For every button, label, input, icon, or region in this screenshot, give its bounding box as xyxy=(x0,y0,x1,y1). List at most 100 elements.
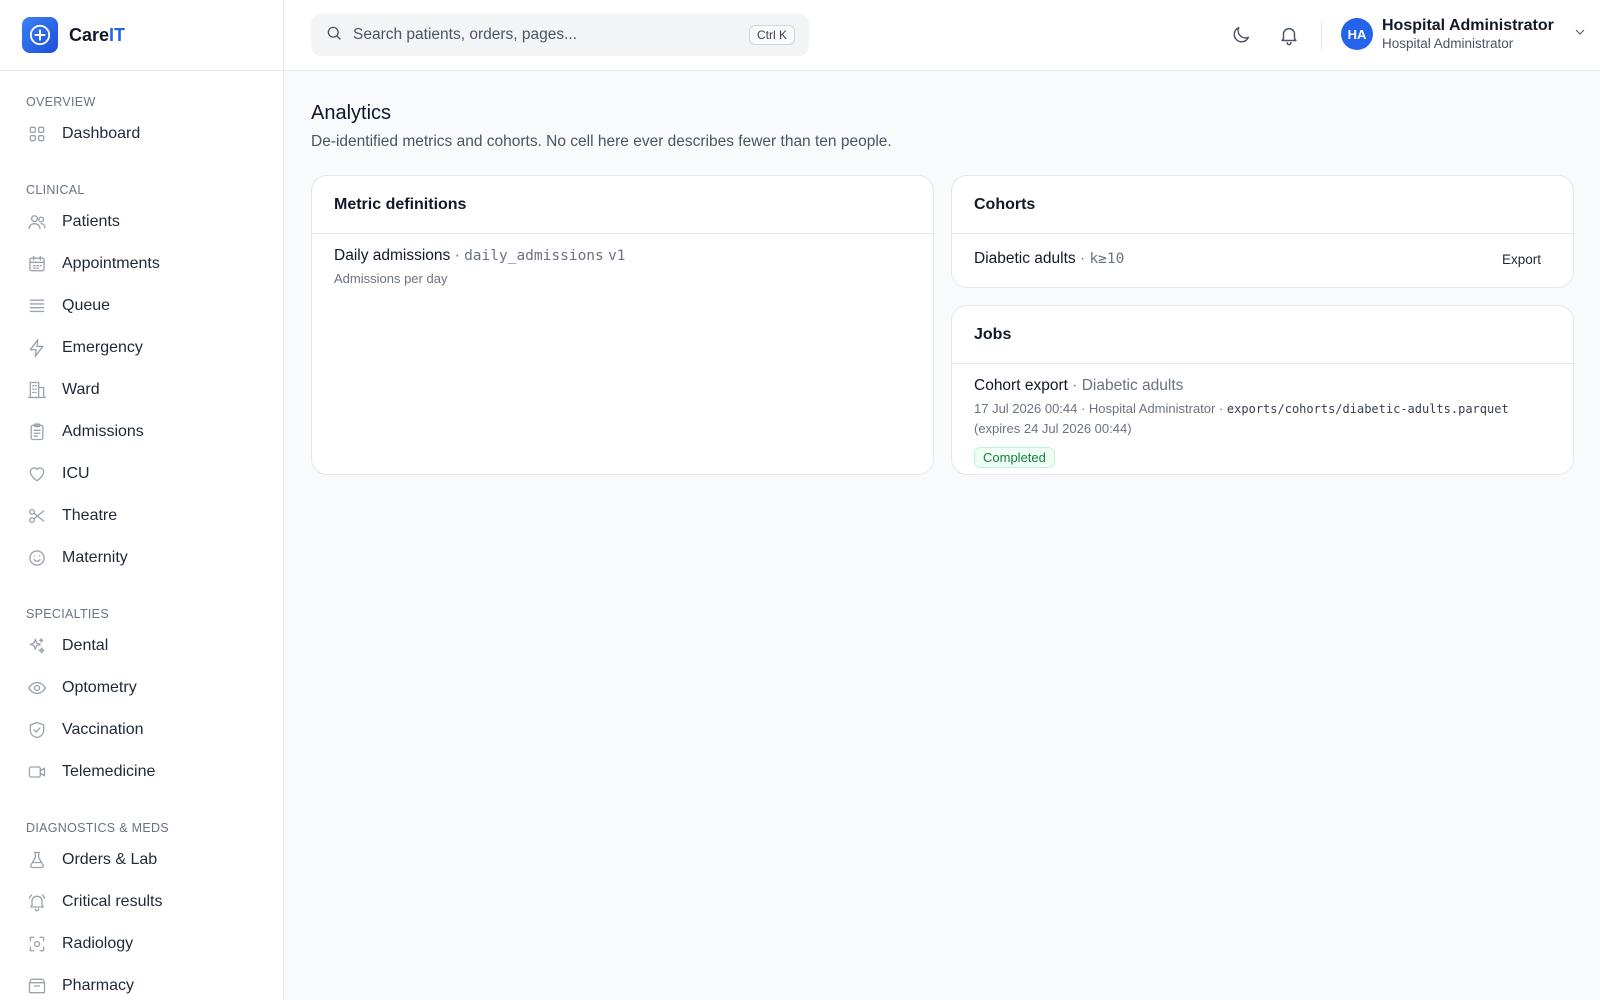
sidebar-item-label: Vaccination xyxy=(62,721,144,738)
topbar-divider xyxy=(1321,20,1322,50)
separator: · xyxy=(450,247,465,264)
sidebar-nav: OVERVIEW Dashboard CLINICAL Patients App… xyxy=(0,71,283,1000)
metric-item[interactable]: Daily admissions · daily_admissions v1 A… xyxy=(312,234,933,299)
sidebar-item-label: Theatre xyxy=(62,507,118,524)
calendar-icon xyxy=(26,253,48,275)
sidebar-item-label: Queue xyxy=(62,297,111,314)
brand-name: CareIT xyxy=(69,24,126,45)
sidebar-item-label: Orders & Lab xyxy=(62,851,158,868)
status-badge: Completed xyxy=(974,447,1055,468)
nav-section-title: CLINICAL xyxy=(26,183,85,197)
jobs-card: Jobs Cohort export · Diabetic adults 17 … xyxy=(951,305,1574,475)
sidebar-item-telemedicine[interactable]: Telemedicine xyxy=(0,751,283,793)
building-icon xyxy=(26,379,48,401)
sidebar-item-label: Ward xyxy=(62,381,100,398)
metric-definitions-card: Metric definitions Daily admissions · da… xyxy=(311,175,934,475)
metric-version: v1 xyxy=(608,248,626,264)
user-name: Hospital Administrator xyxy=(1382,17,1554,34)
sidebar-item-radiology[interactable]: Radiology xyxy=(0,923,283,965)
cohort-k-threshold: k≥10 xyxy=(1089,251,1125,267)
job-expiry: (expires 24 Jul 2026 00:44) xyxy=(974,421,1132,436)
page-title: Analytics xyxy=(311,102,392,124)
scissors-icon xyxy=(26,505,48,527)
sidebar-item-vaccination[interactable]: Vaccination xyxy=(0,709,283,751)
sidebar-item-label: ICU xyxy=(62,465,90,482)
sidebar-item-appointments[interactable]: Appointments xyxy=(0,243,283,285)
sidebar-item-dashboard[interactable]: Dashboard xyxy=(0,113,283,155)
cohort-name: Diabetic adults xyxy=(974,250,1076,267)
sidebar-item-label: Maternity xyxy=(62,549,128,566)
sidebar-item-label: Radiology xyxy=(62,935,134,952)
user-menu[interactable]: HA Hospital Administrator Hospital Admin… xyxy=(1341,16,1588,52)
card-title: Jobs xyxy=(952,306,1573,364)
nav-section-title: SPECIALTIES xyxy=(26,607,109,621)
job-name: Cohort export xyxy=(974,377,1068,394)
sidebar-item-label: Optometry xyxy=(62,679,137,696)
job-target: Diabetic adults xyxy=(1081,377,1184,394)
job-export-path[interactable]: exports/cohorts/diabetic-adults.parquet xyxy=(1227,402,1509,416)
bell-icon[interactable] xyxy=(1276,22,1302,48)
sidebar-item-theatre[interactable]: Theatre xyxy=(0,495,283,537)
job-meta-prefix: 17 Jul 2026 00:44 · Hospital Administrat… xyxy=(974,401,1227,416)
bell-alert-icon xyxy=(26,891,48,913)
sidebar-item-ward[interactable]: Ward xyxy=(0,369,283,411)
metric-key: daily_admissions xyxy=(464,248,604,264)
plus-logo-icon xyxy=(22,17,58,53)
users-icon xyxy=(26,211,48,233)
sidebar-item-label: Telemedicine xyxy=(62,763,156,780)
card-title: Metric definitions xyxy=(312,176,933,234)
sidebar-item-label: Dental xyxy=(62,637,109,654)
user-role: Hospital Administrator xyxy=(1382,36,1514,51)
search-input[interactable] xyxy=(353,26,749,44)
sidebar-item-label: Dashboard xyxy=(62,125,141,142)
box-icon xyxy=(26,975,48,997)
sidebar-item-emergency[interactable]: Emergency xyxy=(0,327,283,369)
moon-icon[interactable] xyxy=(1228,22,1254,48)
sparkles-icon xyxy=(26,635,48,657)
video-icon xyxy=(26,761,48,783)
brand[interactable]: CareIT xyxy=(0,0,283,71)
sidebar-item-queue[interactable]: Queue xyxy=(0,285,283,327)
nav-section-title: OVERVIEW xyxy=(26,95,96,109)
topbar: Ctrl K HA Hospital Administrator Hospita… xyxy=(284,0,1600,71)
cohorts-card: Cohorts Diabetic adults · k≥10 Export xyxy=(951,175,1574,288)
sidebar-item-label: Emergency xyxy=(62,339,143,356)
job-item: Cohort export · Diabetic adults 17 Jul 2… xyxy=(952,364,1573,481)
smile-icon xyxy=(26,547,48,569)
sidebar-item-label: Critical results xyxy=(62,893,163,910)
metric-name: Daily admissions xyxy=(334,247,451,264)
cohort-item: Diabetic adults · k≥10 xyxy=(952,234,1573,281)
sidebar-item-label: Admissions xyxy=(62,423,144,440)
eye-icon xyxy=(26,677,48,699)
job-meta: 17 Jul 2026 00:44 · Hospital Administrat… xyxy=(974,399,1551,438)
list-icon xyxy=(26,295,48,317)
sidebar-item-admissions[interactable]: Admissions xyxy=(0,411,283,453)
grid-icon xyxy=(26,123,48,145)
search-shortcut-badge: Ctrl K xyxy=(749,25,795,45)
sidebar-item-optometry[interactable]: Optometry xyxy=(0,667,283,709)
chevron-down-icon xyxy=(1572,24,1588,45)
sidebar-item-label: Appointments xyxy=(62,255,160,272)
flask-icon xyxy=(26,849,48,871)
clipboard-icon xyxy=(26,421,48,443)
sidebar-item-critical-results[interactable]: Critical results xyxy=(0,881,283,923)
search-bar[interactable]: Ctrl K xyxy=(311,14,809,56)
sidebar-item-label: Pharmacy xyxy=(62,977,135,994)
shield-check-icon xyxy=(26,719,48,741)
nav-section-title: DIAGNOSTICS & MEDS xyxy=(26,821,169,835)
sidebar-item-icu[interactable]: ICU xyxy=(0,453,283,495)
search-icon xyxy=(325,24,343,47)
bolt-icon xyxy=(26,337,48,359)
sidebar-item-pharmacy[interactable]: Pharmacy xyxy=(0,965,283,1000)
sidebar-item-orders-lab[interactable]: Orders & Lab xyxy=(0,839,283,881)
sidebar-item-maternity[interactable]: Maternity xyxy=(0,537,283,579)
sidebar-item-patients[interactable]: Patients xyxy=(0,201,283,243)
sidebar-item-dental[interactable]: Dental xyxy=(0,625,283,667)
separator: · xyxy=(1075,250,1090,267)
heart-icon xyxy=(26,463,48,485)
metric-description: Admissions per day xyxy=(334,271,448,286)
sidebar-item-label: Patients xyxy=(62,213,120,230)
card-title: Cohorts xyxy=(952,176,1573,234)
export-button[interactable]: Export xyxy=(1502,252,1541,267)
page-subtitle: De-identified metrics and cohorts. No ce… xyxy=(311,133,892,150)
